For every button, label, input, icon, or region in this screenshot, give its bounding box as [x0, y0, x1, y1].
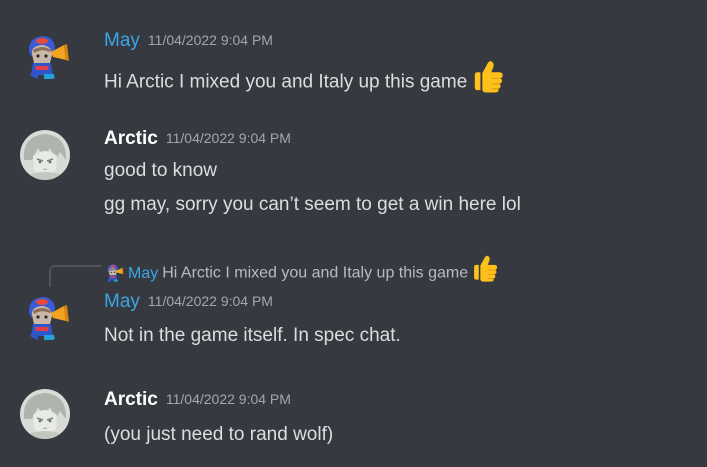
author-name-may[interactable]: May: [104, 30, 140, 51]
message-header: May 11/04/2022 9:04 PM: [104, 30, 273, 52]
may-reply-avatar: [104, 262, 124, 282]
message-text: Hi Arctic I mixed you and Italy up this …: [104, 62, 505, 86]
message-line: (you just need to rand wolf): [104, 424, 334, 445]
message-line: gg may, sorry you can’t seem to get a wi…: [104, 194, 521, 215]
arctic-avatar[interactable]: [20, 130, 70, 180]
message-timestamp[interactable]: 11/04/2022 9:04 PM: [148, 32, 273, 48]
author-name-arctic[interactable]: Arctic: [104, 389, 158, 410]
author-name-may[interactable]: May: [104, 291, 140, 312]
reply-preview-text[interactable]: Hi Arctic I mixed you and Italy up this …: [162, 265, 468, 282]
reply-author-name[interactable]: May: [128, 265, 158, 282]
chat-view: { "messages": [ { "author": "May", "time…: [0, 0, 707, 467]
message-header: Arctic 11/04/2022 9:04 PM: [104, 389, 291, 411]
message-header: May 11/04/2022 9:04 PM: [104, 291, 273, 313]
message-line: Hi Arctic I mixed you and Italy up this …: [104, 71, 468, 93]
author-name-arctic[interactable]: Arctic: [104, 128, 158, 149]
message-line: good to know: [104, 160, 218, 181]
arctic-avatar[interactable]: [20, 389, 70, 439]
thumbs-up-icon: [471, 254, 499, 289]
may-avatar[interactable]: [20, 291, 70, 341]
may-avatar[interactable]: [20, 30, 70, 80]
thumbs-up-icon[interactable]: [471, 59, 505, 100]
reply-reference[interactable]: May Hi Arctic I mixed you and Italy up th…: [104, 256, 499, 278]
message-timestamp[interactable]: 11/04/2022 9:04 PM: [166, 130, 291, 146]
reply-spine: [49, 265, 101, 287]
message-header: Arctic 11/04/2022 9:04 PM: [104, 128, 291, 150]
message-timestamp[interactable]: 11/04/2022 9:04 PM: [166, 391, 291, 407]
message-timestamp[interactable]: 11/04/2022 9:04 PM: [148, 293, 273, 309]
message-line: Not in the game itself. In spec chat.: [104, 325, 401, 346]
